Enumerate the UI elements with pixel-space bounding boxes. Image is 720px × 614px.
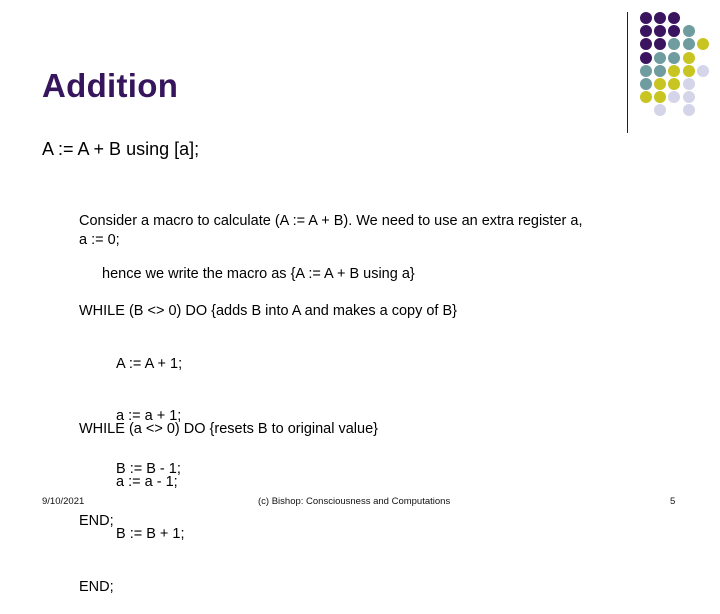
- slide-subheading: A := A + B using [a];: [42, 139, 200, 159]
- decorative-dot-teal: [640, 78, 652, 90]
- decorative-dot-purple: [640, 12, 652, 24]
- footer-page-number: 5: [670, 496, 676, 507]
- slide-title: Addition: [42, 67, 179, 104]
- loop1-stmt: A := A + 1;: [116, 355, 183, 372]
- decorative-dot-teal: [682, 25, 695, 38]
- footer-date: 9/10/2021: [42, 496, 85, 507]
- decorative-dot-yellow: [668, 64, 681, 77]
- decorative-dot-teal: [654, 51, 667, 64]
- decorative-dot-teal: [682, 38, 695, 51]
- decorative-dot-yellow: [654, 91, 667, 104]
- decorative-dot-yellow: [682, 51, 695, 64]
- init-statement: a := 0;: [79, 232, 120, 248]
- loop2-end: END;: [79, 578, 114, 595]
- decorative-dot-teal: [668, 38, 681, 51]
- decorative-dot-lavender: [696, 64, 709, 77]
- decorative-dot-purple: [654, 38, 667, 51]
- decorative-dot-yellow: [668, 78, 681, 90]
- decorative-dot-yellow: [682, 64, 695, 77]
- decorative-dot-teal: [654, 64, 667, 77]
- decorative-dot-grid: [640, 12, 716, 122]
- decorative-dot-yellow: [640, 91, 652, 104]
- decorative-dot-purple: [654, 25, 667, 38]
- decorative-dot-lavender: [682, 78, 695, 90]
- decorative-divider-line: [627, 12, 628, 133]
- decorative-dot-lavender: [682, 91, 695, 104]
- decorative-dot-purple: [654, 12, 667, 24]
- decorative-dot-purple: [668, 12, 681, 24]
- decorative-dot-yellow: [696, 38, 709, 51]
- loop2-stmt: a := a - 1;: [116, 473, 178, 490]
- footer-credit: (c) Bishop: Consciousness and Computatio…: [258, 496, 451, 507]
- decorative-dot-teal: [640, 64, 652, 77]
- decorative-dot-yellow: [654, 78, 667, 90]
- decorative-dot-teal: [668, 51, 681, 64]
- loop2-stmt: B := B + 1;: [116, 526, 185, 542]
- decorative-dot-purple: [640, 38, 652, 51]
- loop2-header: WHILE (a <> 0) DO {resets B to original …: [79, 421, 378, 437]
- intro-line-1: Consider a macro to calculate (A := A + …: [79, 213, 583, 229]
- decorative-dot-purple: [668, 25, 681, 38]
- decorative-dot-lavender: [654, 104, 667, 117]
- decorative-dot-purple: [640, 25, 652, 38]
- decorative-dot-lavender: [682, 104, 695, 117]
- decorative-dot-purple: [640, 51, 652, 64]
- loop1-header: WHILE (B <> 0) DO {adds B into A and mak…: [79, 303, 458, 319]
- decorative-dot-lavender: [668, 91, 681, 104]
